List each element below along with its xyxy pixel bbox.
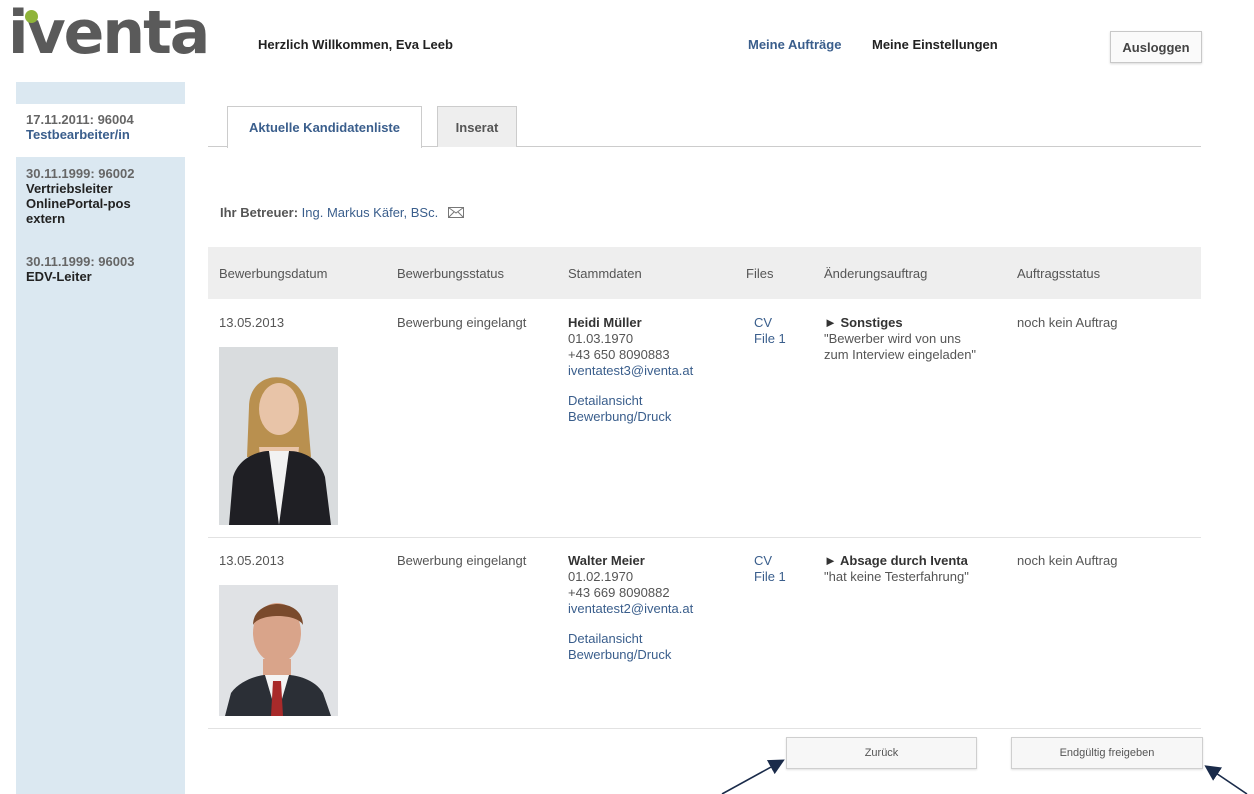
sidebar-item-date: 30.11.1999: 96002 — [26, 166, 135, 181]
order-status: noch kein Auftrag — [1017, 315, 1118, 330]
cv-link[interactable]: CV — [754, 315, 786, 331]
col-header-date: Bewerbungsdatum — [219, 266, 328, 281]
sidebar-item-title-line: OnlinePortal-pos — [26, 196, 131, 211]
files: CV File 1 — [754, 315, 786, 347]
candidate-photo-image — [219, 347, 338, 525]
nav-my-orders[interactable]: Meine Aufträge — [748, 37, 841, 52]
sidebar-item-date: 30.11.1999: 96003 — [26, 254, 135, 269]
application-date: 13.05.2013 — [219, 315, 285, 330]
cv-link[interactable]: CV — [754, 553, 786, 569]
change-order-text: "hat keine Testerfahrung" — [824, 569, 969, 584]
logo-text: iventa — [8, 0, 210, 68]
col-header-status: Bewerbungsstatus — [397, 266, 504, 281]
order-status: noch kein Auftrag — [1017, 553, 1118, 568]
col-header-files: Files — [746, 266, 774, 281]
candidate-birthdate: 01.02.1970 — [568, 569, 634, 584]
detail-view-link[interactable]: Detailansicht — [568, 393, 693, 409]
sidebar-item-96003[interactable]: 30.11.1999: 96003 EDV-Leiter — [16, 254, 185, 284]
sidebar-item-title-line: Vertriebsleiter — [26, 181, 113, 196]
release-final-button[interactable]: Endgültig freigeben — [1011, 737, 1203, 769]
change-order: ► Sonstiges "Bewerber wird von uns zum I… — [824, 315, 976, 363]
candidate-photo — [219, 347, 338, 525]
sidebar-item-date: 17.11.2011: 96004 — [26, 112, 134, 127]
sidebar-item-96002[interactable]: 30.11.1999: 96002 Vertriebsleiter Online… — [16, 166, 185, 226]
arrow-to-release-button — [1204, 765, 1248, 794]
candidate-birthdate: 01.03.1970 — [568, 331, 634, 346]
mail-icon[interactable] — [447, 207, 464, 218]
advisor-label: Ihr Betreuer: — [220, 205, 299, 220]
col-header-change-order: Änderungsauftrag — [824, 266, 928, 281]
file-1-link[interactable]: File 1 — [754, 331, 786, 347]
row-divider — [208, 728, 1201, 729]
candidate-name: Heidi Müller — [568, 315, 642, 330]
application-status: Bewerbung eingelangt — [397, 315, 527, 330]
master-data: Heidi Müller 01.03.1970 +43 650 8090883 … — [568, 315, 693, 425]
arrow-to-back-button — [721, 759, 785, 794]
welcome-text: Herzlich Willkommen, Eva Leeb — [258, 37, 453, 52]
master-data: Walter Meier 01.02.1970 +43 669 8090882 … — [568, 553, 693, 663]
candidate-photo-image — [219, 585, 338, 716]
file-1-link[interactable]: File 1 — [754, 569, 786, 585]
application-status: Bewerbung eingelangt — [397, 553, 527, 568]
row-divider — [208, 537, 1201, 538]
table-header: Bewerbungsdatum Bewerbungsstatus Stammda… — [208, 247, 1201, 299]
change-order-title: ► Sonstiges — [824, 315, 903, 330]
sidebar-item-title: Testbearbeiter/in — [26, 127, 130, 142]
candidate-email-link[interactable]: iventatest3@iventa.at — [568, 363, 693, 379]
nav-my-settings[interactable]: Meine Einstellungen — [872, 37, 998, 52]
candidate-phone: +43 669 8090882 — [568, 585, 670, 600]
logout-button[interactable]: Ausloggen — [1110, 31, 1202, 63]
candidate-email-link[interactable]: iventatest2@iventa.at — [568, 601, 693, 617]
candidate-photo — [219, 585, 338, 716]
files: CV File 1 — [754, 553, 786, 585]
iventa-logo[interactable]: iventa — [8, 0, 238, 68]
advisor-line: Ihr Betreuer: Ing. Markus Käfer, BSc. — [220, 205, 464, 220]
sidebar-item-title: EDV-Leiter — [26, 269, 92, 284]
candidate-phone: +43 650 8090883 — [568, 347, 670, 362]
back-button[interactable]: Zurück — [786, 737, 977, 769]
sidebar-item-title-line: extern — [26, 211, 66, 226]
sidebar-item-96004[interactable]: 17.11.2011: 96004 Testbearbeiter/in — [16, 104, 185, 157]
change-order: ► Absage durch Iventa "hat keine Testerf… — [824, 553, 969, 585]
tab-candidate-list[interactable]: Aktuelle Kandidatenliste — [227, 106, 422, 148]
application-date: 13.05.2013 — [219, 553, 285, 568]
sidebar: 17.11.2011: 96004 Testbearbeiter/in 30.1… — [16, 82, 185, 794]
change-order-text: zum Interview eingeladen" — [824, 347, 977, 362]
logo-dot — [25, 10, 38, 23]
change-order-title: ► Absage durch Iventa — [824, 553, 968, 568]
candidate-name: Walter Meier — [568, 553, 645, 568]
col-header-master-data: Stammdaten — [568, 266, 642, 281]
detail-view-link[interactable]: Detailansicht — [568, 631, 693, 647]
application-print-link[interactable]: Bewerbung/Druck — [568, 647, 693, 663]
application-print-link[interactable]: Bewerbung/Druck — [568, 409, 693, 425]
tab-inserat[interactable]: Inserat — [437, 106, 517, 147]
advisor-name[interactable]: Ing. Markus Käfer, BSc. — [302, 205, 439, 220]
col-header-order-status: Auftragsstatus — [1017, 266, 1101, 281]
change-order-text: "Bewerber wird von uns — [824, 331, 961, 346]
